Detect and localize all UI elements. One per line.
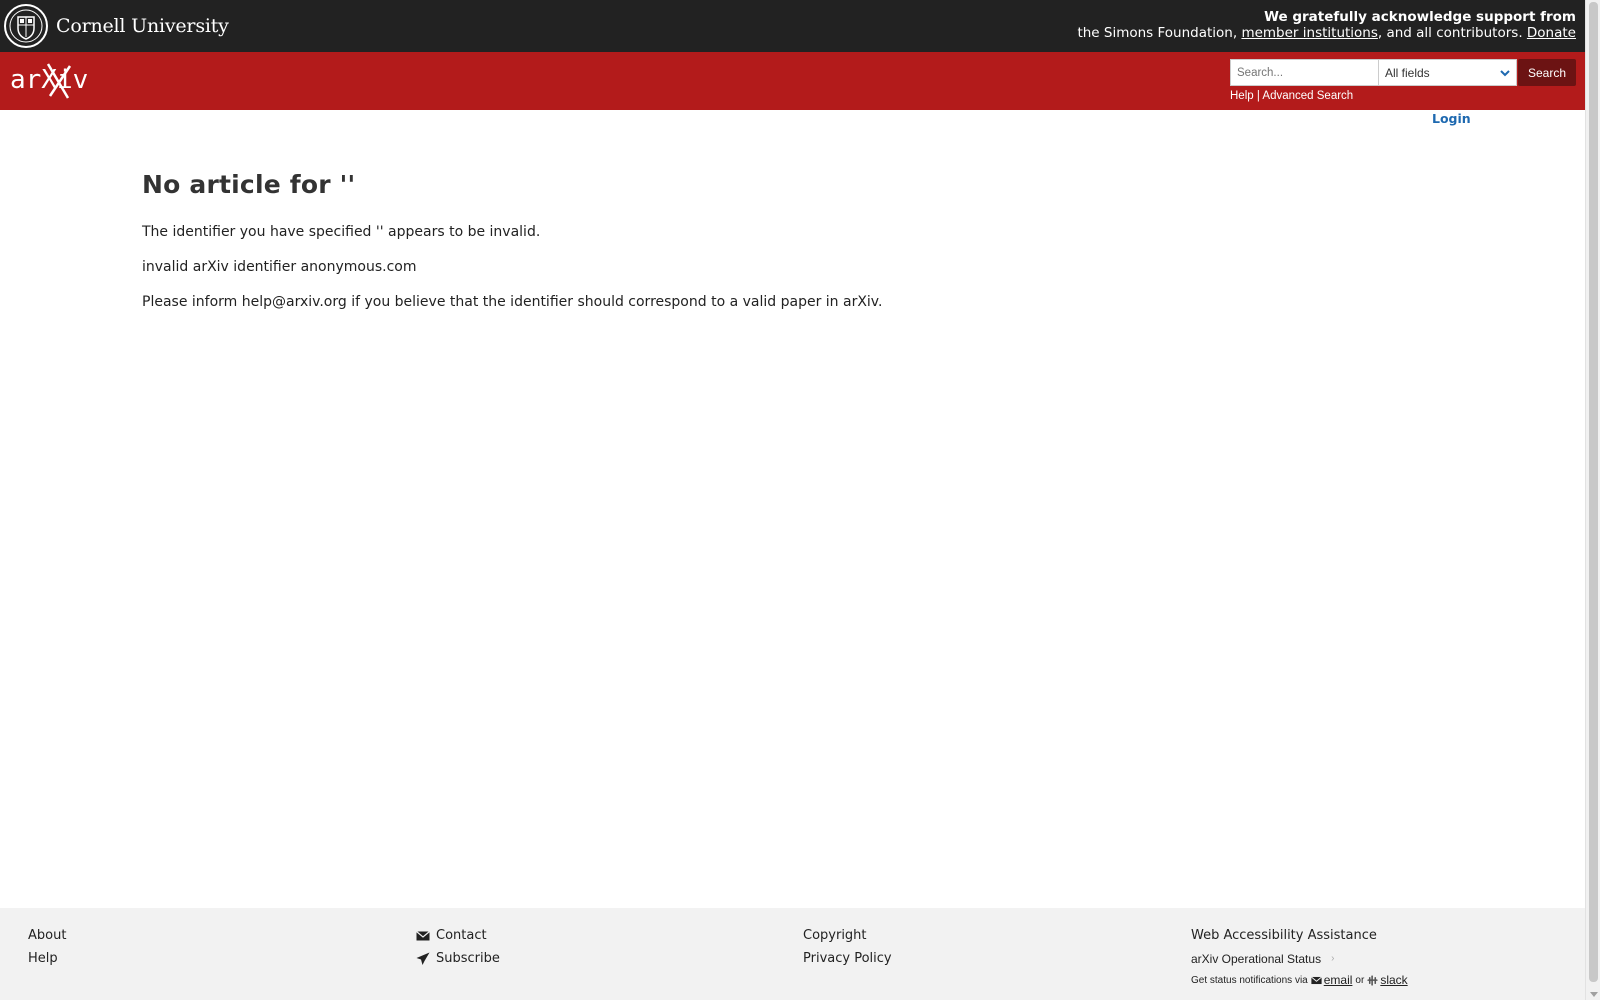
search-form: All fields Search — [1230, 59, 1576, 86]
search-button[interactable]: Search — [1518, 59, 1576, 86]
cornell-logo-link[interactable]: Cornell University — [4, 4, 229, 48]
help-link[interactable]: Help — [1230, 90, 1254, 102]
footer-about-link[interactable]: About — [28, 928, 66, 943]
footer-privacy-link[interactable]: Privacy Policy — [803, 951, 892, 966]
search-links: Help | Advanced Search — [1230, 90, 1353, 102]
vertical-scrollbar[interactable] — [1585, 0, 1600, 1000]
page: Cornell University We gratefully acknowl… — [0, 0, 1585, 1000]
footer-column-4: Web Accessibility Assistance arXiv Opera… — [1191, 924, 1411, 990]
status-notifications: Get status notifications via email or sl… — [1191, 970, 1411, 990]
scroll-down-arrow-icon[interactable] — [1590, 992, 1598, 997]
footer-operational-status-link[interactable]: arXiv Operational Status — [1191, 952, 1321, 966]
chevron-right-icon: › — [1331, 953, 1335, 964]
arxiv-logo-text: arXiv — [10, 65, 88, 95]
footer-accessibility-link[interactable]: Web Accessibility Assistance — [1191, 928, 1377, 943]
main-content: No article for '' The identifier you hav… — [142, 170, 1342, 328]
notify-or: or — [1355, 974, 1365, 986]
arxiv-header: arXiv All fields Search Help | Advanced … — [0, 52, 1585, 110]
footer-copyright-link[interactable]: Copyright — [803, 928, 867, 943]
slack-icon — [1367, 974, 1378, 986]
search-field-selected: All fields — [1385, 65, 1430, 80]
cornell-name: Cornell University — [56, 15, 229, 37]
footer: About Help Contact Subscribe Copyright P… — [0, 908, 1585, 1000]
notify-slack-label: slack — [1380, 973, 1408, 987]
support-prefix: the Simons Foundation, — [1077, 25, 1242, 41]
error-message-invalid: invalid arXiv identifier anonymous.com — [142, 259, 417, 275]
cornell-seal-icon — [4, 4, 48, 48]
donate-link[interactable]: Donate — [1527, 25, 1576, 41]
cornell-banner: Cornell University We gratefully acknowl… — [0, 0, 1585, 52]
footer-column-3: Copyright Privacy Policy — [803, 924, 892, 970]
footer-column-2: Contact Subscribe — [416, 924, 500, 970]
notify-slack-link[interactable]: slack — [1367, 973, 1408, 987]
envelope-icon — [416, 930, 430, 940]
support-middle: , and all contributors. — [1377, 25, 1527, 41]
search-field-select[interactable]: All fields — [1378, 59, 1517, 86]
support-line-2: the Simons Foundation, member institutio… — [1077, 25, 1576, 41]
footer-subscribe-link[interactable]: Subscribe — [436, 951, 500, 966]
support-line-1: We gratefully acknowledge support from — [1264, 9, 1576, 25]
member-institutions-link[interactable]: member institutions — [1241, 25, 1377, 41]
page-title: No article for '' — [142, 170, 356, 199]
error-message-inform: Please inform help@arxiv.org if you beli… — [142, 294, 883, 310]
error-message-identifier: The identifier you have specified '' app… — [142, 224, 541, 240]
login-link[interactable]: Login — [1432, 111, 1471, 126]
paper-plane-icon — [416, 952, 430, 965]
notify-email-link[interactable]: email — [1310, 973, 1353, 987]
search-input[interactable] — [1230, 59, 1378, 86]
footer-help-link[interactable]: Help — [28, 951, 58, 966]
arxiv-logo-icon: arXiv — [10, 63, 88, 99]
footer-column-1: About Help — [28, 924, 66, 970]
notify-prefix: Get status notifications via — [1191, 974, 1308, 986]
scrollbar-thumb[interactable] — [1589, 2, 1598, 982]
support-acknowledgement: We gratefully acknowledge support from t… — [1077, 9, 1576, 41]
chevron-down-icon — [1500, 69, 1510, 76]
advanced-search-link[interactable]: Advanced Search — [1262, 90, 1353, 102]
envelope-icon — [1310, 976, 1322, 984]
footer-contact-link[interactable]: Contact — [436, 928, 487, 943]
notify-email-label: email — [1323, 973, 1353, 987]
